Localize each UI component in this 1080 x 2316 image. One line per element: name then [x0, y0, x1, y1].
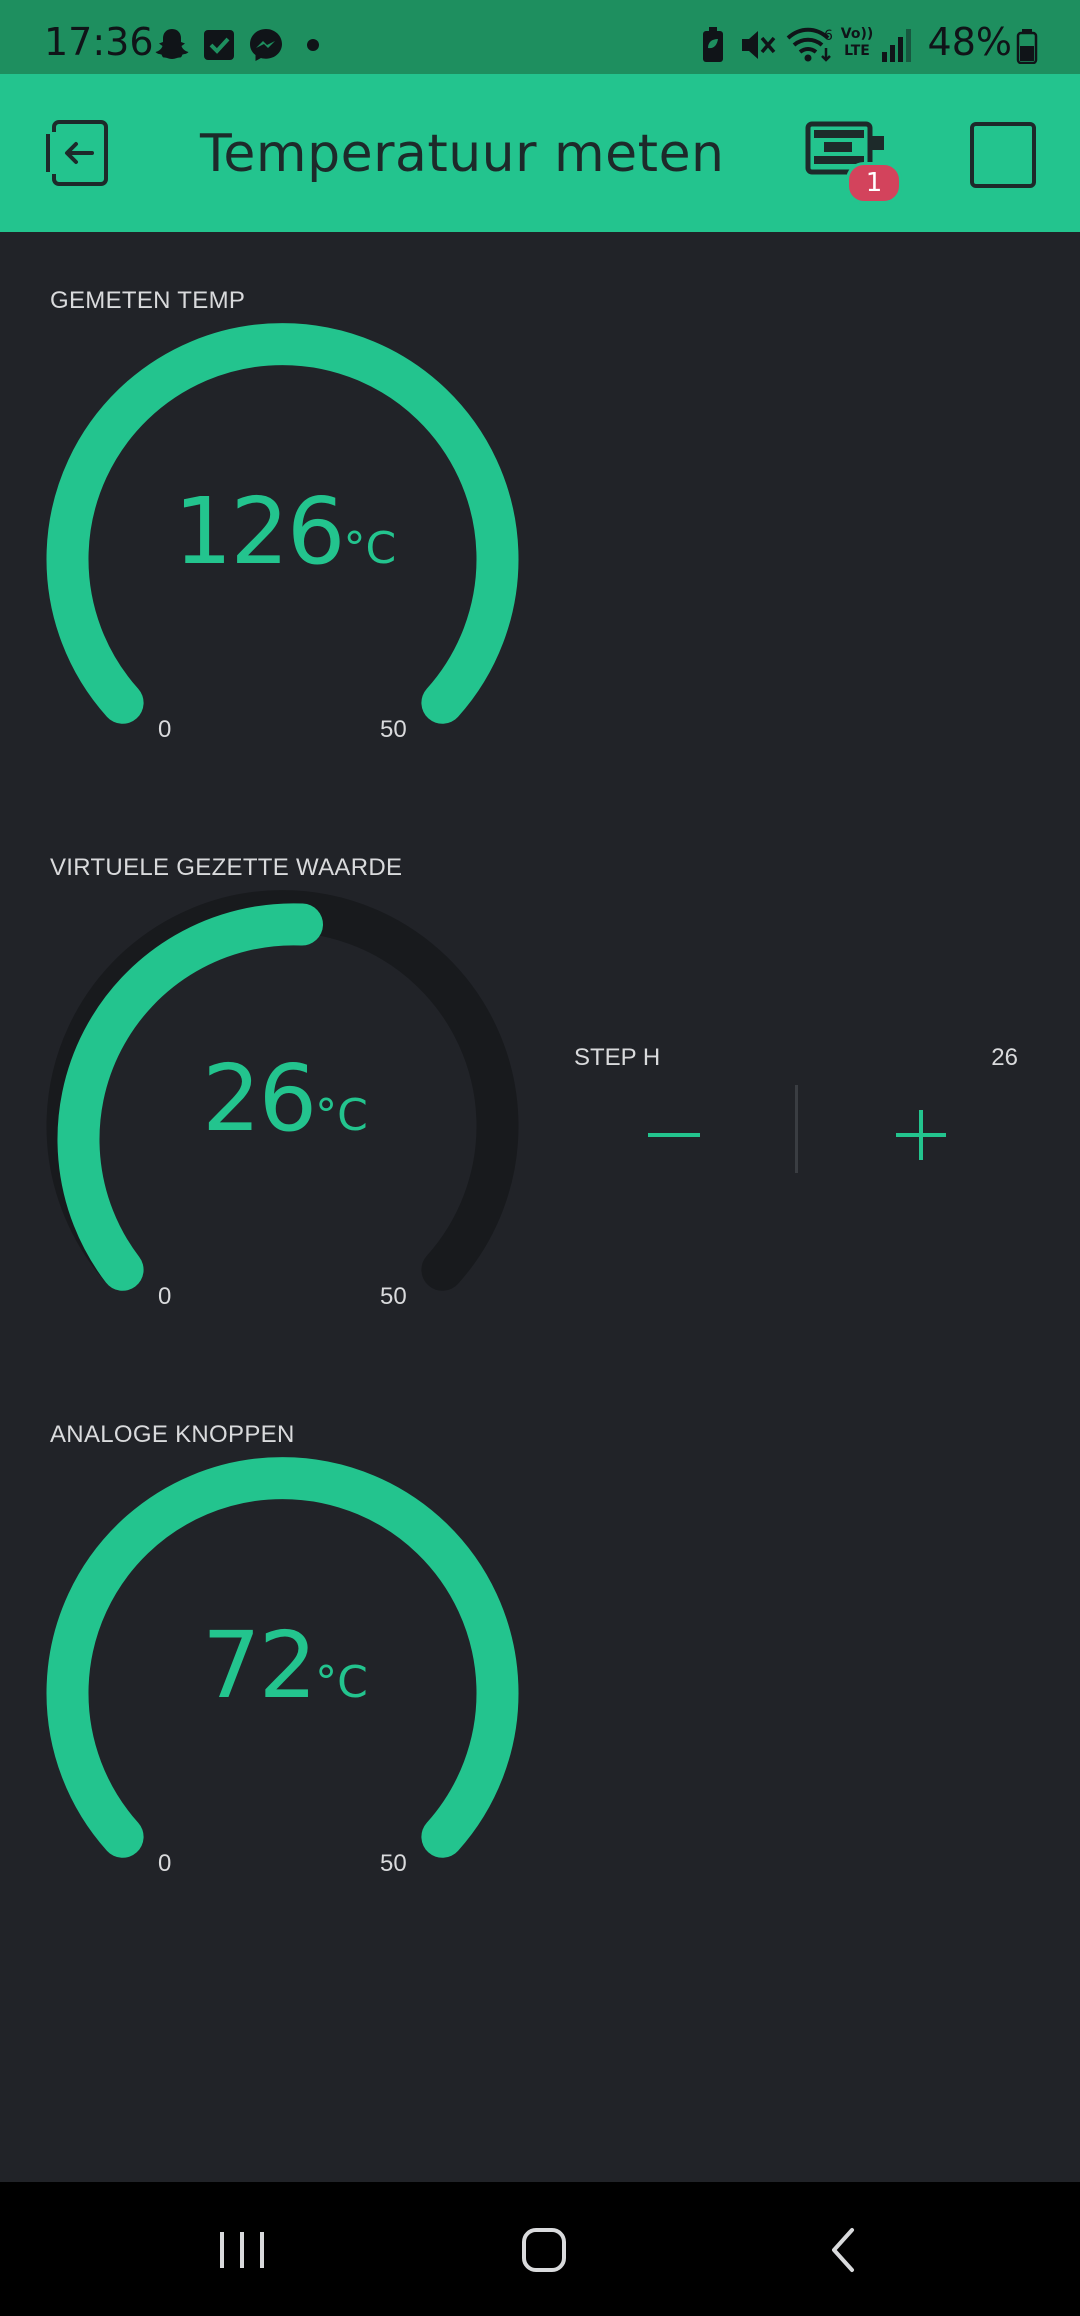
gauge-label: GEMETEN TEMP	[50, 287, 246, 314]
gauge-number: 126	[173, 478, 346, 585]
gauge-max: 50	[380, 1283, 407, 1310]
status-bar: 17:36 6 Vo)) LTE 48%	[0, 0, 1080, 74]
gauge-gemeten-temp[interactable]: 126°C 0 50	[40, 318, 530, 743]
gauge-min: 0	[158, 1283, 172, 1310]
checkbox-app-icon	[204, 30, 234, 60]
gauge-value: 72°C	[40, 1612, 530, 1719]
gauge-max: 50	[380, 716, 407, 743]
battery-saver-icon	[703, 27, 723, 62]
snapchat-icon	[155, 29, 189, 59]
gauge-value: 26°C	[40, 1045, 530, 1152]
gauge-label: VIRTUELE GEZETTE WAARDE	[50, 854, 403, 881]
wifi-6-icon: 6	[786, 27, 833, 62]
gauge-min: 0	[158, 716, 172, 743]
step-plus-button[interactable]	[866, 1100, 976, 1170]
back-button[interactable]	[42, 118, 114, 190]
gauge-number: 72	[202, 1612, 317, 1719]
battery-percent: 48%	[927, 20, 1012, 64]
dot-icon	[307, 39, 319, 51]
page-title: Temperatuur meten	[200, 124, 725, 184]
messenger-icon	[250, 29, 282, 61]
gauge-max: 50	[380, 1850, 407, 1877]
device-button[interactable]: 1	[804, 118, 902, 208]
signal-icon	[882, 29, 911, 62]
gauge-unit: °C	[315, 1657, 368, 1708]
mute-icon	[742, 31, 776, 59]
notification-badge: 1	[846, 162, 902, 204]
gauge-label: ANALOGE KNOPPEN	[50, 1421, 295, 1448]
navigation-bar	[0, 2182, 1080, 2316]
gauge-unit: °C	[315, 1090, 368, 1141]
gauge-value: 126°C	[40, 478, 530, 585]
step-label: STEP H	[574, 1044, 661, 1071]
status-time: 17:36	[44, 20, 154, 64]
gauge-analoge-knoppen[interactable]: 72°C 0 50	[40, 1452, 530, 1877]
gauge-min: 0	[158, 1850, 172, 1877]
back-nav-icon[interactable]	[806, 2218, 886, 2282]
step-value: 26	[991, 1044, 1018, 1071]
gauge-number: 26	[202, 1045, 317, 1152]
app-bar: Temperatuur meten 1	[0, 74, 1080, 232]
stop-button[interactable]	[970, 122, 1036, 188]
battery-icon	[1016, 29, 1038, 64]
step-minus-button[interactable]	[620, 1100, 730, 1170]
svg-text:6: 6	[824, 28, 833, 44]
gauge-unit: °C	[343, 523, 397, 574]
gauge-virtuele-gezette-waarde[interactable]: 26°C 0 50	[40, 885, 530, 1310]
home-icon[interactable]	[504, 2218, 584, 2282]
recent-apps-icon[interactable]	[202, 2218, 282, 2282]
step-divider	[795, 1085, 798, 1173]
volte-icon: Vo)) LTE	[840, 26, 874, 59]
